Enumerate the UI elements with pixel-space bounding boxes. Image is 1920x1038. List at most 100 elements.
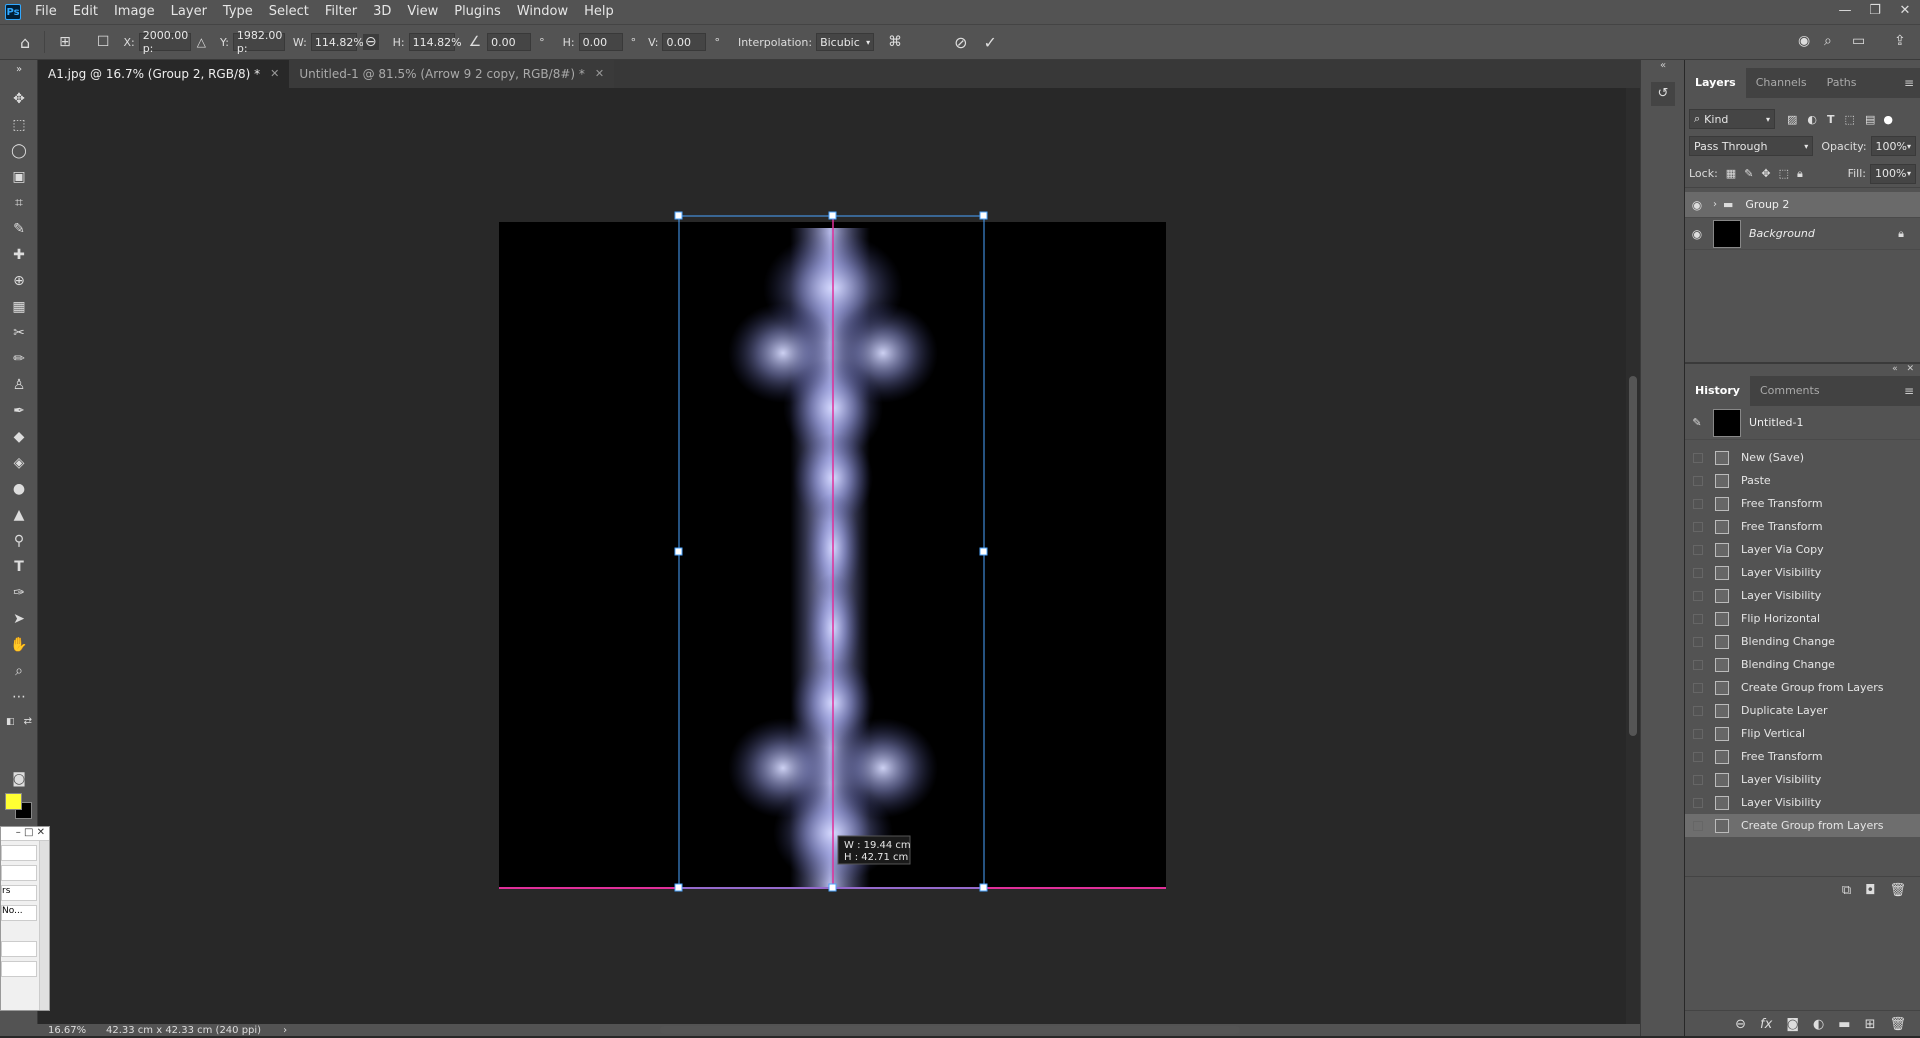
width-field[interactable]: 114.82% bbox=[310, 33, 364, 51]
art-history-brush-icon[interactable]: ✒ bbox=[6, 399, 32, 423]
minimize-icon[interactable]: – bbox=[16, 827, 21, 838]
adjustment-layer-icon[interactable]: ◐ bbox=[1813, 1017, 1824, 1032]
blend-mode-select[interactable]: Pass Through ▾ bbox=[1689, 136, 1814, 156]
eyedropper-tool-icon[interactable]: ✎ bbox=[6, 217, 32, 241]
sharpen-tool-icon[interactable]: ▲ bbox=[6, 503, 32, 527]
close-icon[interactable]: ✕ bbox=[37, 827, 45, 838]
history-item[interactable]: Free Transform bbox=[1685, 515, 1920, 538]
menu-type[interactable]: Type bbox=[215, 0, 261, 24]
reference-point-icon[interactable]: ⊞ bbox=[59, 34, 71, 50]
close-icon[interactable]: ✕ bbox=[270, 60, 279, 88]
transform-handle-top-center[interactable] bbox=[828, 211, 837, 220]
new-layer-icon[interactable]: ⊞ bbox=[1865, 1017, 1876, 1032]
history-checkbox[interactable] bbox=[1693, 544, 1703, 555]
eraser-tool-icon[interactable]: ◆ bbox=[6, 425, 32, 449]
object-select-tool-icon[interactable]: ▣ bbox=[6, 165, 32, 189]
history-brush-icon[interactable]: ✂ bbox=[6, 321, 32, 345]
pen-tool-icon[interactable]: ✑ bbox=[6, 581, 32, 605]
history-checkbox[interactable] bbox=[1693, 567, 1703, 578]
close-button[interactable]: ✕ bbox=[1890, 0, 1920, 24]
filter-shape-icon[interactable]: ⬚ bbox=[1845, 113, 1855, 126]
tab-untitled-1[interactable]: Untitled-1 @ 81.5% (Arrow 9 2 copy, RGB/… bbox=[289, 60, 615, 88]
history-checkbox[interactable] bbox=[1693, 774, 1703, 785]
history-item[interactable]: Paste bbox=[1685, 469, 1920, 492]
close-icon[interactable]: ✕ bbox=[595, 60, 604, 88]
document-canvas[interactable]: W : 19.44 cm H : 42.71 cm bbox=[38, 88, 1640, 1024]
history-checkbox[interactable] bbox=[1693, 659, 1703, 670]
history-checkbox[interactable] bbox=[1693, 498, 1703, 509]
close-icon[interactable]: ✕ bbox=[1906, 364, 1914, 374]
restore-icon[interactable]: □ bbox=[24, 827, 33, 838]
cancel-transform-icon[interactable]: ⊘ bbox=[954, 33, 967, 52]
more-tools-icon[interactable]: ⋯ bbox=[6, 685, 32, 709]
dialog-scrollbar[interactable] bbox=[39, 841, 49, 1010]
zoom-level[interactable]: 16.67% bbox=[48, 1025, 106, 1036]
new-document-from-state-icon[interactable]: ⧉ bbox=[1842, 883, 1851, 898]
clone-stamp-icon[interactable]: ♙ bbox=[6, 373, 32, 397]
history-item[interactable]: Free Transform bbox=[1685, 745, 1920, 768]
lasso-tool-icon[interactable]: ◯ bbox=[6, 139, 32, 163]
filter-type-icon[interactable]: T bbox=[1827, 113, 1835, 126]
lock-transparent-icon[interactable]: ▦ bbox=[1726, 167, 1736, 180]
new-group-icon[interactable]: ▬ bbox=[1838, 1017, 1850, 1032]
commit-transform-icon[interactable]: ✓ bbox=[983, 33, 996, 52]
foreground-color-swatch[interactable] bbox=[5, 793, 22, 810]
artboard-tool-icon[interactable]: ⬚ bbox=[6, 113, 32, 137]
camera-icon[interactable]: ◘ bbox=[1865, 883, 1875, 898]
history-item[interactable]: Blending Change bbox=[1685, 653, 1920, 676]
dialog-row[interactable] bbox=[1, 961, 37, 977]
opacity-field[interactable]: 100% ▾ bbox=[1870, 136, 1916, 156]
tab-history[interactable]: History bbox=[1685, 376, 1750, 406]
vertical-scrollbar[interactable] bbox=[1626, 88, 1640, 1024]
dialog-row[interactable] bbox=[1, 865, 37, 881]
fill-field[interactable]: 100% ▾ bbox=[1870, 163, 1916, 184]
filter-smart-object-icon[interactable]: ▤ bbox=[1865, 113, 1875, 126]
layer-row-background[interactable]: ◉ Background 🔒︎ bbox=[1685, 218, 1920, 250]
height-field[interactable]: 114.82% bbox=[408, 33, 462, 51]
type-tool-icon[interactable]: T bbox=[6, 555, 32, 579]
y-field[interactable]: 1982.00 p: bbox=[232, 29, 285, 55]
path-select-icon[interactable]: ➤ bbox=[6, 607, 32, 631]
history-checkbox[interactable] bbox=[1693, 613, 1703, 624]
status-expand-icon[interactable]: › bbox=[283, 1025, 287, 1036]
menu-filter[interactable]: Filter bbox=[317, 0, 365, 24]
history-brush-source-icon[interactable]: ✎ bbox=[1685, 416, 1709, 429]
v-skew-field[interactable]: 0.00 bbox=[662, 33, 707, 51]
history-item[interactable]: Free Transform bbox=[1685, 492, 1920, 515]
filter-toggle-icon[interactable]: ● bbox=[1883, 113, 1893, 126]
stamp-tool-icon[interactable]: ▦ bbox=[6, 295, 32, 319]
transform-handle-top-left[interactable] bbox=[674, 211, 683, 220]
menu-plugins[interactable]: Plugins bbox=[446, 0, 509, 24]
history-item[interactable]: Flip Horizontal bbox=[1685, 607, 1920, 630]
transform-handle-bottom-center[interactable] bbox=[828, 883, 837, 892]
history-item[interactable]: Layer Visibility bbox=[1685, 791, 1920, 814]
reference-checkbox-icon[interactable]: ☐ bbox=[97, 34, 110, 50]
history-item[interactable]: Flip Vertical bbox=[1685, 722, 1920, 745]
panel-menu-icon[interactable]: ≡ bbox=[1904, 384, 1914, 398]
history-checkbox[interactable] bbox=[1693, 705, 1703, 716]
tab-comments[interactable]: Comments bbox=[1750, 376, 1830, 406]
menu-file[interactable]: File bbox=[27, 0, 65, 24]
interpolation-select[interactable]: Bicubic ▾ bbox=[816, 33, 875, 51]
dialog-row[interactable] bbox=[1, 845, 37, 861]
collapse-icon[interactable]: « bbox=[1892, 364, 1898, 374]
h-skew-field[interactable]: 0.00 bbox=[578, 33, 623, 51]
history-checkbox[interactable] bbox=[1693, 590, 1703, 601]
history-panel-icon[interactable]: ↺ bbox=[1651, 82, 1675, 106]
lock-position-icon[interactable]: ✥ bbox=[1761, 167, 1770, 180]
history-checkbox[interactable] bbox=[1693, 728, 1703, 739]
history-item[interactable]: Layer Visibility bbox=[1685, 561, 1920, 584]
dialog-row[interactable]: No... bbox=[1, 905, 37, 921]
history-item[interactable]: Layer Visibility bbox=[1685, 768, 1920, 791]
history-checkbox[interactable] bbox=[1693, 797, 1703, 808]
add-mask-icon[interactable]: ◙ bbox=[1786, 1017, 1799, 1032]
history-checkbox[interactable] bbox=[1693, 475, 1703, 486]
lock-all-icon[interactable]: 🔒︎ bbox=[1797, 167, 1803, 181]
link-icon[interactable]: ⊖ bbox=[362, 34, 379, 50]
menu-select[interactable]: Select bbox=[261, 0, 317, 24]
brush-tool-icon[interactable]: ✏ bbox=[6, 347, 32, 371]
menu-help[interactable]: Help bbox=[576, 0, 622, 24]
eye-icon[interactable]: ◉ bbox=[1685, 227, 1709, 241]
filter-pixel-icon[interactable]: ▨ bbox=[1787, 113, 1797, 126]
delta-icon[interactable]: △ bbox=[197, 35, 206, 49]
